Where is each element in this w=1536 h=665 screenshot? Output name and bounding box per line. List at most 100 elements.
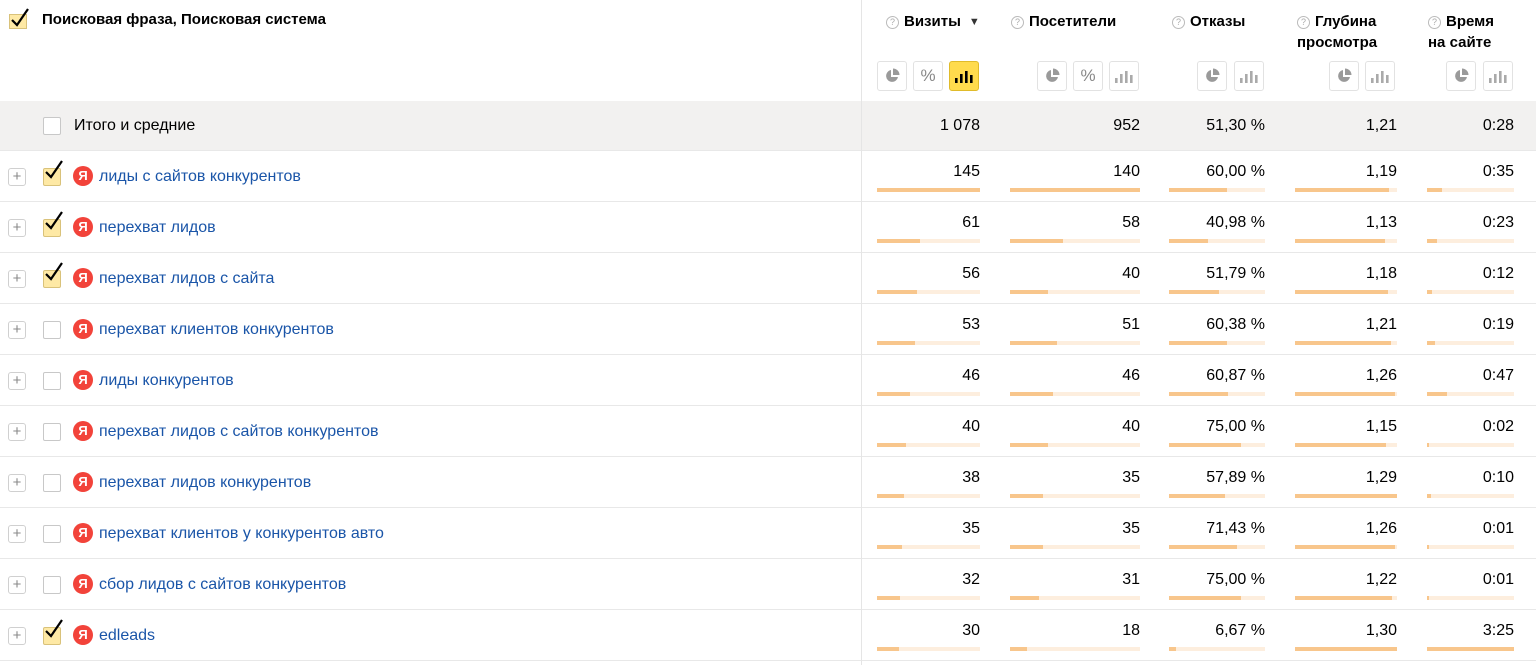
yandex-logo-icon: Я bbox=[73, 421, 93, 441]
depth-pie-chart-button[interactable] bbox=[1329, 61, 1359, 91]
cell-time: 0:47 bbox=[1482, 367, 1514, 384]
visits-percent-button[interactable]: % bbox=[913, 61, 943, 91]
table-row[interactable]: + Яперехват лидов конкурентов 38 35 57,89 % 1… bbox=[0, 457, 1536, 508]
help-icon[interactable]: ? bbox=[1428, 16, 1441, 29]
expand-row-icon[interactable]: + bbox=[8, 525, 26, 543]
col-bounce-header[interactable]: ? Отказы bbox=[1172, 11, 1245, 32]
sort-desc-icon[interactable]: ▼ bbox=[969, 16, 980, 28]
depth-bar bbox=[1295, 341, 1397, 345]
row-checkbox[interactable] bbox=[43, 321, 61, 339]
cell-visits: 32 bbox=[962, 571, 980, 588]
phrase-link[interactable]: перехват клиентов у конкурентов авто bbox=[99, 525, 384, 543]
depth-bar-fill bbox=[1295, 239, 1385, 243]
totals-row: Итого и средние 1 078 952 51,30 % 1,21 0… bbox=[0, 101, 1536, 151]
col-time-header[interactable]: ? Время на сайте bbox=[1428, 11, 1494, 53]
expand-row-icon[interactable]: + bbox=[8, 321, 26, 339]
visitors-bar-chart-button[interactable] bbox=[1109, 61, 1139, 91]
expand-row-icon[interactable]: + bbox=[8, 627, 26, 645]
bounce-bar-fill bbox=[1169, 239, 1208, 243]
table-row[interactable]: + Ясбор лидов с сайтов конкурентов 32 31 75,… bbox=[0, 559, 1536, 610]
row-checkbox[interactable] bbox=[43, 576, 61, 594]
row-checkbox[interactable] bbox=[43, 372, 61, 390]
table-row[interactable]: + Яперехват клиентов конкурентов 53 51 60,38… bbox=[0, 304, 1536, 355]
row-checkbox[interactable] bbox=[43, 211, 63, 237]
bar-chart-icon bbox=[1240, 71, 1258, 83]
depth-bar-fill bbox=[1295, 188, 1389, 192]
depth-bar-fill bbox=[1295, 494, 1397, 498]
phrase-link[interactable]: edleads bbox=[99, 627, 155, 645]
row-checkbox[interactable] bbox=[43, 474, 61, 492]
visits-bar-fill bbox=[877, 188, 980, 192]
expand-row-icon[interactable]: + bbox=[8, 474, 26, 492]
cell-visits: 38 bbox=[962, 469, 980, 486]
visits-bar-fill bbox=[877, 596, 900, 600]
cell-visitors: 31 bbox=[1122, 571, 1140, 588]
depth-bar-chart-button[interactable] bbox=[1365, 61, 1395, 91]
table-row[interactable]: + Ялиды конкурентов 46 46 60,87 % 1,26 0:47 bbox=[0, 355, 1536, 406]
col-time-label-2: на сайте bbox=[1428, 34, 1492, 51]
cell-depth: 1,26 bbox=[1365, 367, 1397, 384]
phrase-link[interactable]: перехват лидов bbox=[99, 219, 216, 237]
help-icon[interactable]: ? bbox=[886, 16, 899, 29]
visits-bar bbox=[877, 545, 980, 549]
time-pie-chart-button[interactable] bbox=[1446, 61, 1476, 91]
visits-bar-chart-button[interactable] bbox=[949, 61, 979, 91]
col-visits-header[interactable]: ? Визиты ▼ bbox=[886, 11, 980, 33]
expand-row-icon[interactable]: + bbox=[8, 372, 26, 390]
visits-pie-chart-button[interactable] bbox=[877, 61, 907, 91]
phrase-link[interactable]: перехват лидов конкурентов bbox=[99, 474, 311, 492]
row-checkbox[interactable] bbox=[43, 525, 61, 543]
totals-bounce: 51,30 % bbox=[1206, 117, 1265, 134]
table-row[interactable]: + Ялиды с сайтов конкурентов 145 140 60,00 %… bbox=[0, 151, 1536, 202]
table-row[interactable]: + Яперехват лидов с сайта 56 40 51,79 % 1,18 0… bbox=[0, 253, 1536, 304]
time-bar-chart-button[interactable] bbox=[1483, 61, 1513, 91]
row-checkbox[interactable] bbox=[43, 262, 63, 288]
bounce-bar bbox=[1169, 545, 1265, 549]
expand-row-icon[interactable]: + bbox=[8, 219, 26, 237]
visitors-percent-button[interactable]: % bbox=[1073, 61, 1103, 91]
col-visitors-header[interactable]: ? Посетители bbox=[1011, 11, 1116, 32]
visits-bar-fill bbox=[877, 341, 915, 345]
help-icon[interactable]: ? bbox=[1172, 16, 1185, 29]
expand-row-icon[interactable]: + bbox=[8, 270, 26, 288]
col-depth-header[interactable]: ? Глубина просмотра bbox=[1297, 11, 1377, 53]
time-bar bbox=[1427, 290, 1514, 294]
phrase-link[interactable]: лиды с сайтов конкурентов bbox=[99, 168, 301, 186]
visitors-bar-fill bbox=[1010, 647, 1027, 651]
expand-row-icon[interactable]: + bbox=[8, 168, 26, 186]
table-row[interactable]: + Яedleads 30 18 6,67 % 1,30 3:25 bbox=[0, 610, 1536, 661]
pie-chart-icon bbox=[1455, 68, 1469, 82]
visits-bar-fill bbox=[877, 290, 917, 294]
cell-time: 0:01 bbox=[1482, 520, 1514, 537]
percent-icon: % bbox=[1080, 66, 1096, 85]
help-icon[interactable]: ? bbox=[1297, 16, 1310, 29]
table-row[interactable]: + Яперехват клиентов у конкурентов авто 35… bbox=[0, 508, 1536, 559]
phrase-link[interactable]: перехват лидов с сайта bbox=[99, 270, 274, 288]
table-row[interactable]: + Яперехват лидов с сайтов конкурентов 40 4… bbox=[0, 406, 1536, 457]
table-row[interactable]: + Яперехват лидов 61 58 40,98 % 1,13 0:23 bbox=[0, 202, 1536, 253]
depth-bar bbox=[1295, 494, 1397, 498]
phrase-link[interactable]: перехват лидов с сайтов конкурентов bbox=[99, 423, 378, 441]
cell-visitors: 140 bbox=[1113, 163, 1140, 180]
help-icon[interactable]: ? bbox=[1011, 16, 1024, 29]
cell-time: 0:12 bbox=[1482, 265, 1514, 282]
phrase-link[interactable]: перехват клиентов конкурентов bbox=[99, 321, 334, 339]
totals-visitors: 952 bbox=[1113, 117, 1140, 134]
row-checkbox[interactable] bbox=[43, 160, 63, 186]
bounce-pie-chart-button[interactable] bbox=[1197, 61, 1227, 91]
row-checkbox[interactable] bbox=[43, 423, 61, 441]
cell-visits: 35 bbox=[962, 520, 980, 537]
row-checkbox[interactable] bbox=[43, 619, 63, 645]
cell-time: 0:01 bbox=[1482, 571, 1514, 588]
totals-label: Итого и средние bbox=[74, 117, 196, 134]
expand-row-icon[interactable]: + bbox=[8, 576, 26, 594]
cell-visits: 46 bbox=[962, 367, 980, 384]
totals-checkbox[interactable] bbox=[43, 117, 61, 135]
expand-row-icon[interactable]: + bbox=[8, 423, 26, 441]
phrase-link[interactable]: сбор лидов с сайтов конкурентов bbox=[99, 576, 346, 594]
select-all-checkbox[interactable] bbox=[9, 8, 31, 35]
visitors-pie-chart-button[interactable] bbox=[1037, 61, 1067, 91]
phrase-link[interactable]: лиды конкурентов bbox=[99, 372, 234, 390]
visitors-bar-fill bbox=[1010, 545, 1043, 549]
bounce-bar-chart-button[interactable] bbox=[1234, 61, 1264, 91]
